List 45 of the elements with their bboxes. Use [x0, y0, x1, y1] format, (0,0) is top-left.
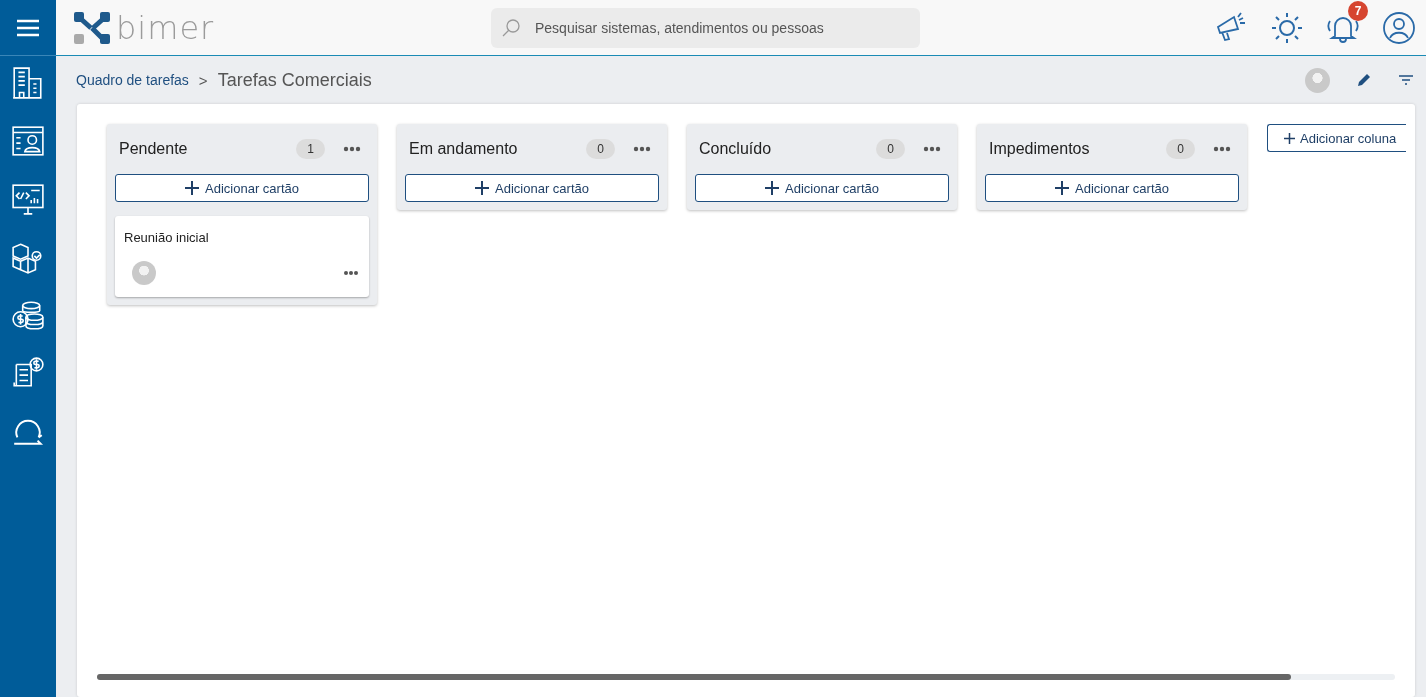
- task-card[interactable]: Reunião inicial: [115, 216, 369, 297]
- card-count: 0: [586, 139, 615, 159]
- user-icon[interactable]: [1382, 10, 1416, 45]
- more-icon[interactable]: [923, 146, 941, 152]
- logo-text: bimer: [116, 11, 215, 44]
- add-card-button[interactable]: Adicionar cartão: [985, 174, 1239, 202]
- card-count: 0: [876, 139, 905, 159]
- column-title: Pendente: [119, 140, 189, 158]
- pencil-icon[interactable]: [1356, 72, 1372, 88]
- add-column-button[interactable]: Adicionar coluna: [1267, 124, 1407, 152]
- column-title: Impedimentos: [989, 140, 1091, 158]
- profile-card-icon[interactable]: [11, 124, 45, 158]
- more-icon[interactable]: [1213, 146, 1231, 152]
- cubes-icon[interactable]: [11, 240, 45, 274]
- notification-badge: 7: [1348, 0, 1368, 21]
- more-icon[interactable]: [343, 270, 359, 276]
- coins-icon[interactable]: [11, 298, 45, 332]
- plus-icon: [475, 181, 489, 195]
- card-count: 1: [296, 139, 325, 159]
- page-title: Tarefas Comerciais: [217, 69, 372, 91]
- invoice-icon[interactable]: [11, 356, 45, 390]
- code-monitor-icon[interactable]: [11, 182, 45, 216]
- search-icon: [501, 17, 521, 38]
- column-title: Em andamento: [409, 140, 519, 158]
- sun-icon[interactable]: [1270, 10, 1304, 45]
- more-icon[interactable]: [633, 146, 651, 152]
- more-icon[interactable]: [343, 146, 361, 152]
- filter-icon[interactable]: [1398, 74, 1414, 86]
- breadcrumb-separator: >: [198, 71, 208, 89]
- card-count: 0: [1166, 139, 1195, 159]
- plus-icon: [1055, 181, 1069, 195]
- add-card-button[interactable]: Adicionar cartão: [405, 174, 659, 202]
- card-title: Reunião inicial: [124, 230, 210, 245]
- avatar-icon: [132, 261, 156, 285]
- scrollbar-thumb[interactable]: [97, 674, 1292, 680]
- add-card-button[interactable]: Adicionar cartão: [695, 174, 949, 202]
- menu-icon: [17, 18, 39, 37]
- plus-icon: [1284, 132, 1295, 144]
- breadcrumb-link[interactable]: Quadro de tarefas: [76, 72, 189, 88]
- column-title: Concluído: [699, 140, 773, 158]
- search-field[interactable]: Pesquisar sistemas, atendimentos ou pessoas: [491, 7, 920, 48]
- plus-icon: [765, 181, 779, 195]
- add-card-button[interactable]: Adicionar cartão: [115, 174, 369, 202]
- plus-icon: [185, 181, 199, 195]
- buildings-icon[interactable]: [11, 66, 45, 100]
